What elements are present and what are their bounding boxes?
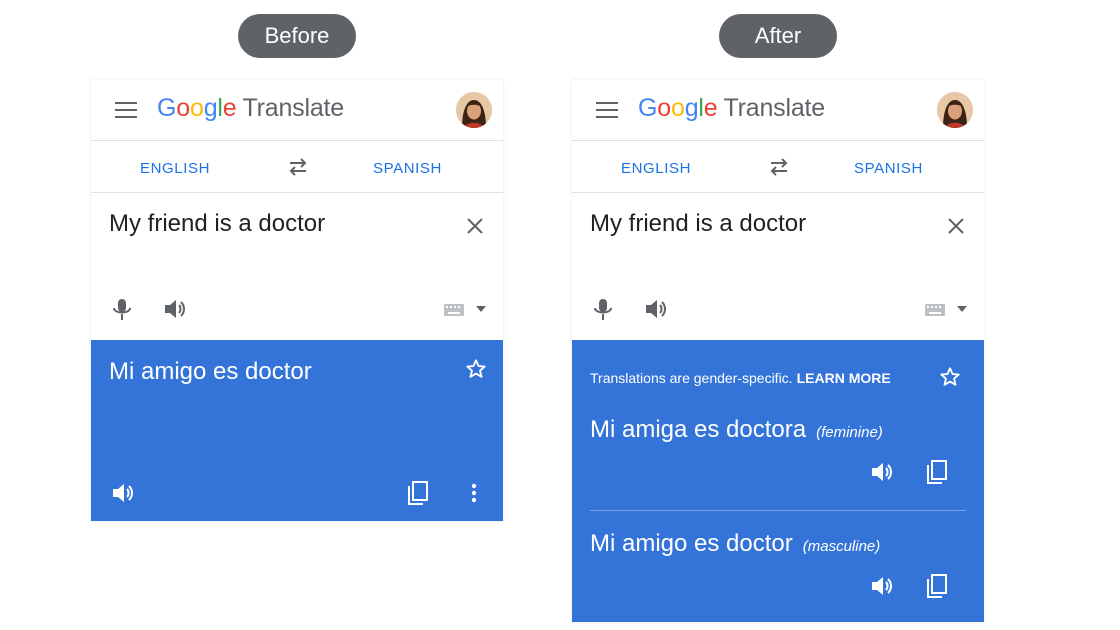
translation-text: Mi amigo es doctor [590,530,793,557]
star-icon[interactable] [939,366,961,388]
caret-down-icon[interactable] [476,306,486,312]
close-icon[interactable] [946,216,966,236]
app-bar: Google Translate [572,80,984,141]
target-language-button[interactable]: SPANISH [854,160,923,177]
avatar[interactable] [456,92,492,128]
caret-down-icon[interactable] [957,306,967,312]
translation-feminine: Mi amiga es doctora (feminine) [590,416,883,444]
speaker-icon[interactable] [163,298,187,320]
language-bar: ENGLISH SPANISH [91,142,503,193]
source-language-button[interactable]: ENGLISH [140,160,210,177]
translation-result: Translations are gender-specific. LEARN M… [572,340,984,622]
source-text[interactable]: My friend is a doctor [109,210,325,238]
gender-tag: (feminine) [816,424,883,441]
copy-icon[interactable] [407,480,429,506]
target-language-button[interactable]: SPANISH [373,160,442,177]
divider [590,510,966,511]
close-icon[interactable] [465,216,485,236]
translation-text: Mi amigo es doctor [109,358,312,385]
more-vert-icon[interactable] [471,483,477,503]
translation-text: Mi amiga es doctora [590,416,807,443]
keyboard-icon[interactable] [444,304,464,316]
app-bar: Google Translate [91,80,503,141]
copy-icon[interactable] [926,573,948,599]
speaker-icon[interactable] [111,482,135,504]
menu-icon[interactable] [596,100,618,120]
translation-masculine: Mi amigo es doctor (masculine) [590,530,880,558]
source-input-area[interactable]: My friend is a doctor [91,194,503,340]
before-label: Before [238,14,356,58]
copy-icon[interactable] [926,459,948,485]
language-bar: ENGLISH SPANISH [572,142,984,193]
source-input-area[interactable]: My friend is a doctor [572,194,984,340]
keyboard-icon[interactable] [925,304,945,316]
mic-icon[interactable] [111,297,133,323]
swap-icon[interactable] [767,156,791,178]
translation-result: Mi amigo es doctor [91,340,503,521]
avatar[interactable] [937,92,973,128]
learn-more-link[interactable]: LEARN MORE [797,370,891,386]
speaker-icon[interactable] [870,461,894,483]
gender-tag: (masculine) [802,538,881,555]
source-language-button[interactable]: ENGLISH [621,160,691,177]
gender-notice-text: Translations are gender-specific. [590,370,793,386]
google-translate-logo: Google Translate [638,94,825,122]
gender-notice: Translations are gender-specific. LEARN M… [590,370,891,386]
translate-panel-before: Google Translate ENGLISH SPANISH My frien… [91,80,503,521]
google-translate-logo: Google Translate [157,94,344,122]
after-label: After [719,14,837,58]
star-icon[interactable] [465,358,487,380]
speaker-icon[interactable] [644,298,668,320]
swap-icon[interactable] [286,156,310,178]
source-text[interactable]: My friend is a doctor [590,210,806,238]
mic-icon[interactable] [592,297,614,323]
menu-icon[interactable] [115,100,137,120]
translate-panel-after: Google Translate ENGLISH SPANISH My frien… [572,80,984,622]
speaker-icon[interactable] [870,575,894,597]
